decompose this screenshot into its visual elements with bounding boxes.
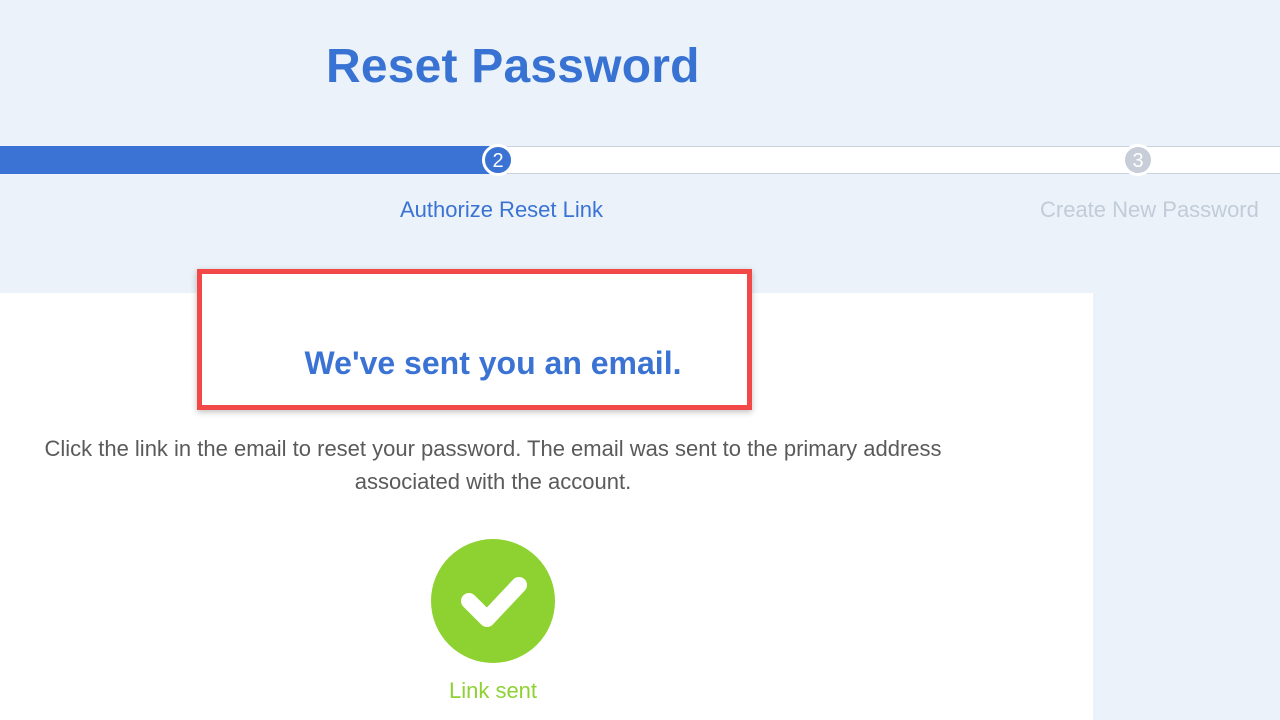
- reset-password-page: Reset Password 2 3 Authorize Reset Link …: [0, 0, 1280, 720]
- step-3-label: Create New Password: [1040, 197, 1259, 222]
- progress-fill: [0, 146, 498, 174]
- reset-instructions: Click the link in the email to reset you…: [44, 436, 942, 494]
- highlight-annotation-box: [197, 269, 752, 410]
- step-2-label: Authorize Reset Link: [400, 197, 603, 222]
- step-2-indicator: 2: [482, 144, 514, 176]
- step-3-indicator: 3: [1122, 144, 1154, 176]
- email-sent-heading: We've sent you an email.: [304, 345, 682, 381]
- checkmark-icon: [431, 539, 555, 663]
- link-sent-status: Link sent: [448, 678, 538, 703]
- page-title: Reset Password: [326, 40, 700, 93]
